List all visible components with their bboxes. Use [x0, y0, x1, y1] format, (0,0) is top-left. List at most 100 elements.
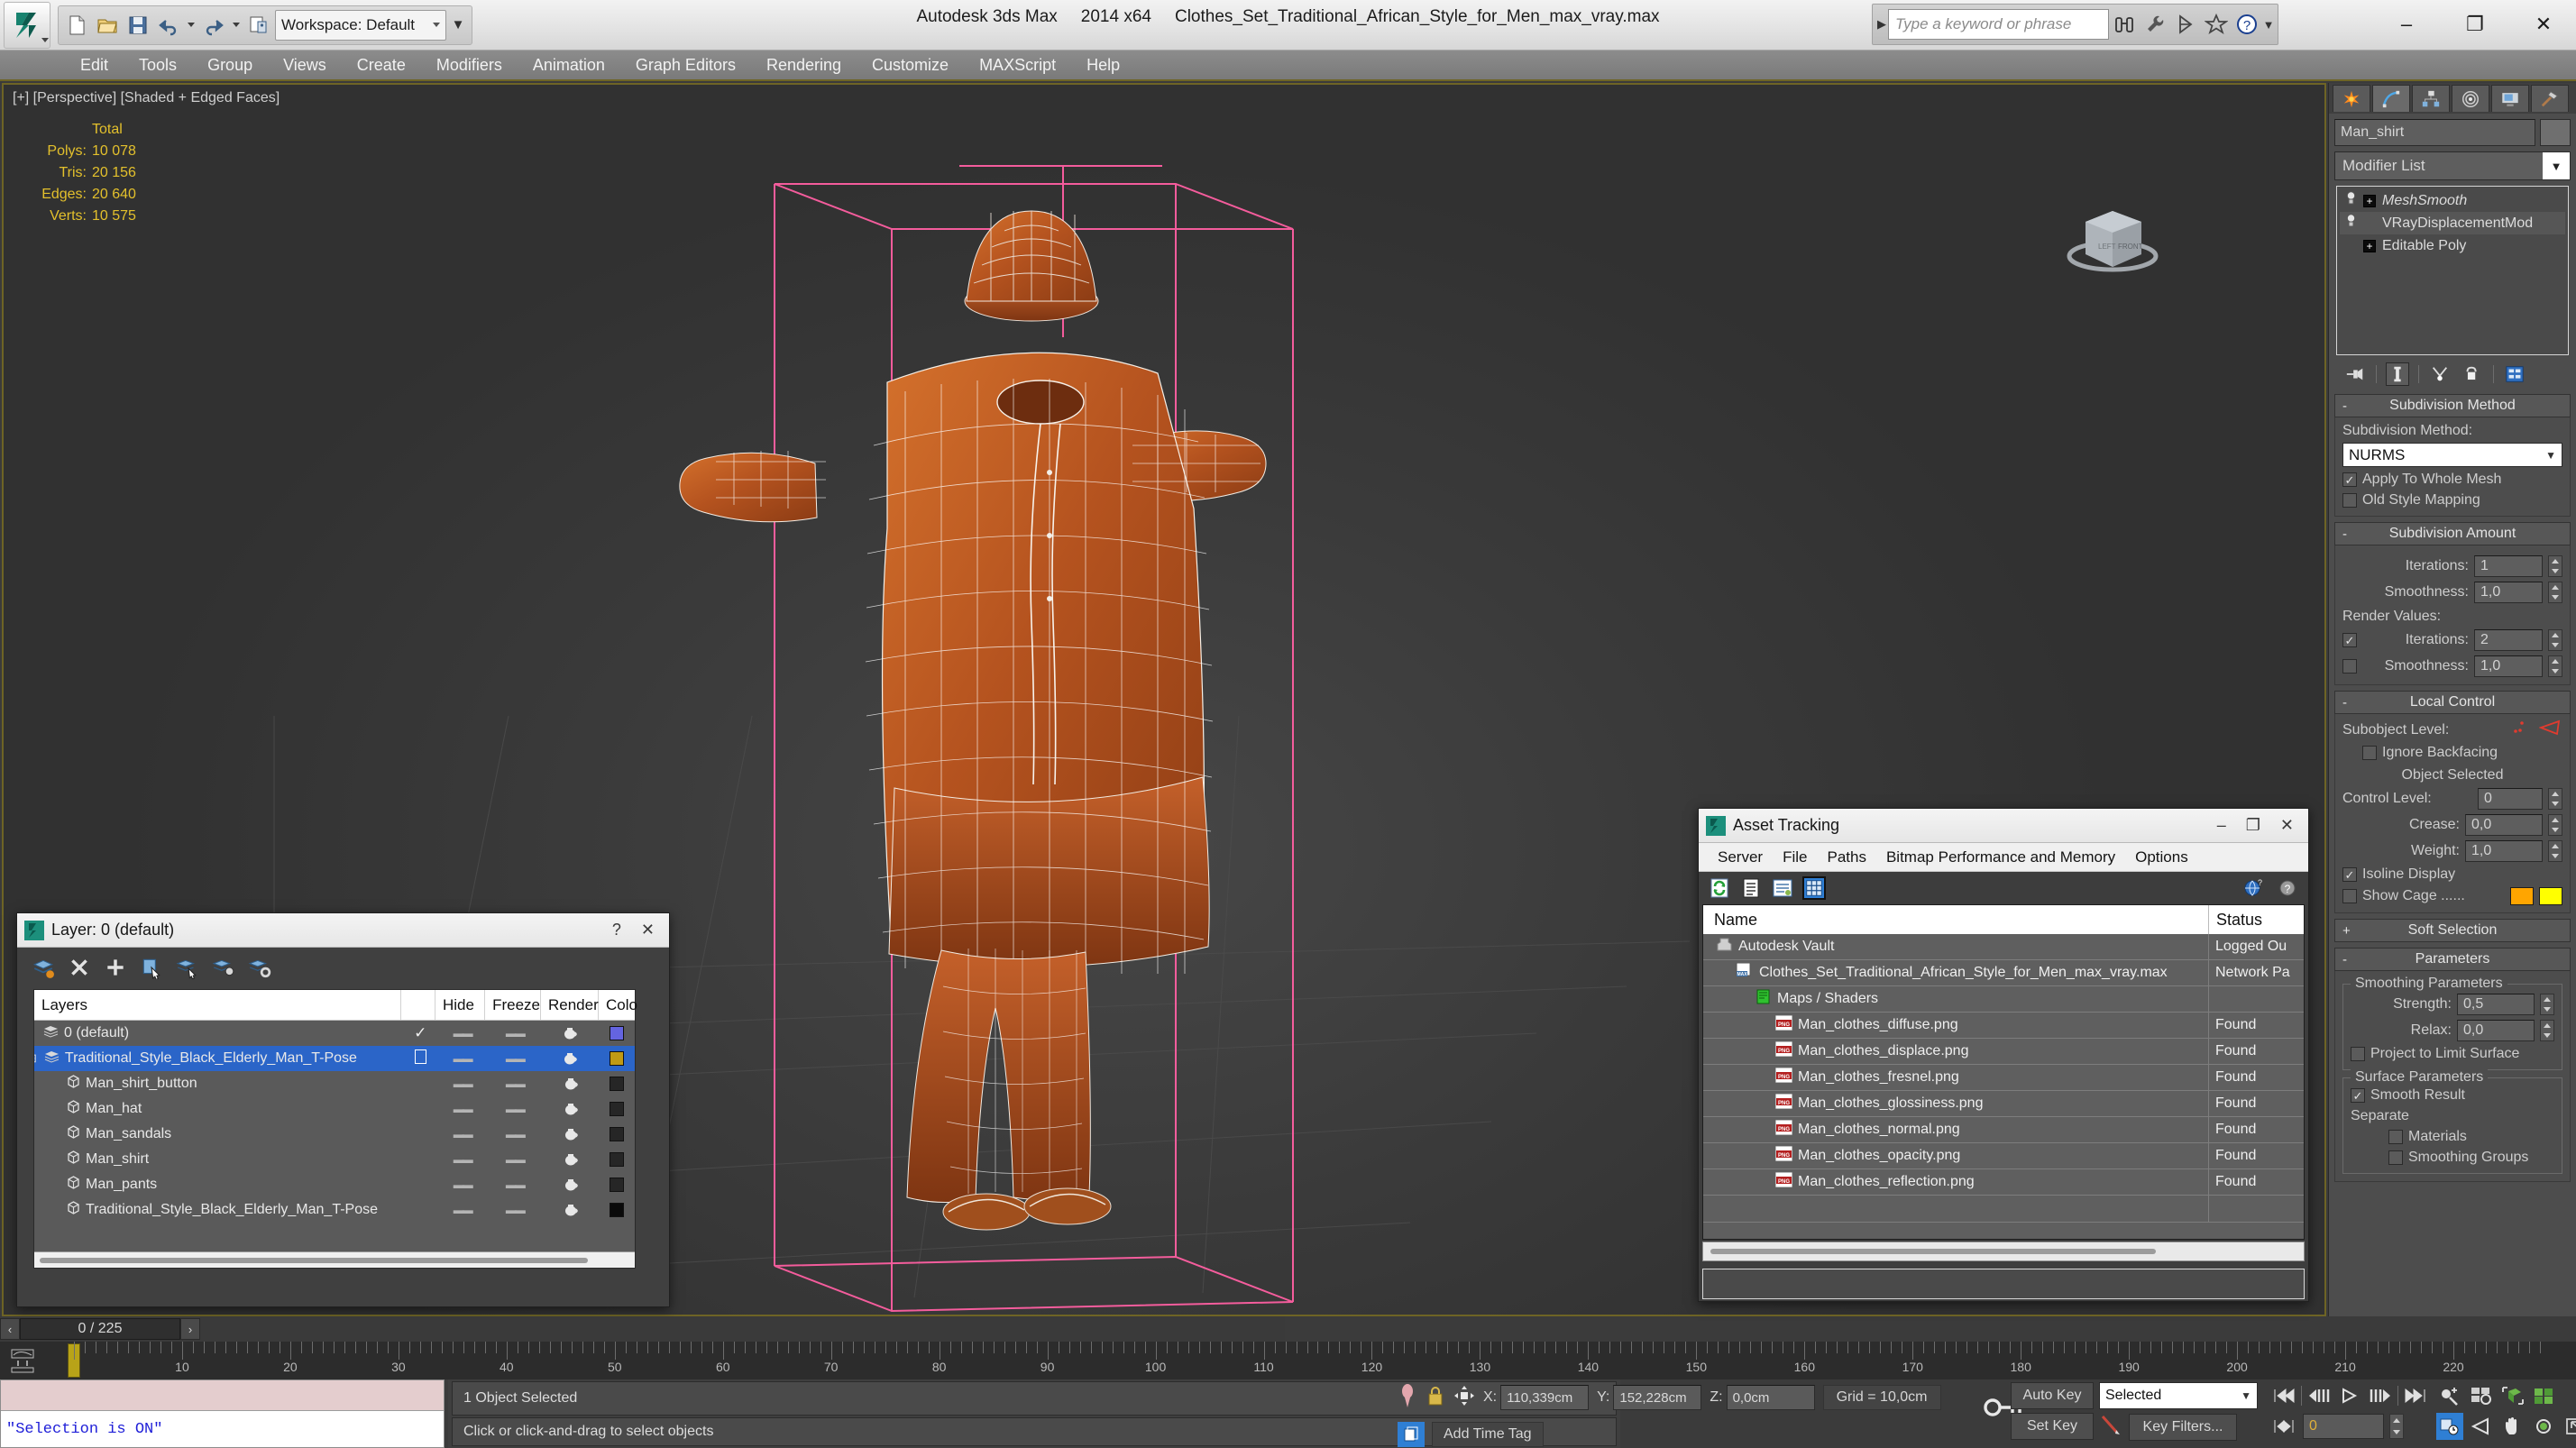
wrench-icon[interactable] — [2140, 7, 2170, 41]
layer-color-swatch[interactable] — [610, 1178, 624, 1192]
crease-spinner[interactable] — [2548, 814, 2562, 836]
asset-menu-item-server[interactable]: Server — [1708, 848, 1773, 866]
menu-item-views[interactable]: Views — [268, 50, 342, 80]
layer-dialog-help-button[interactable]: ? — [612, 921, 621, 939]
layer-color-swatch[interactable] — [610, 1102, 624, 1116]
modify-tab[interactable] — [2372, 85, 2410, 112]
layer-color-cell[interactable] — [600, 1178, 635, 1192]
layer-freeze-cell[interactable]: ▬▬ — [487, 1153, 542, 1166]
previous-frame-button[interactable] — [2306, 1382, 2333, 1409]
asset-horizontal-scrollbar[interactable] — [1702, 1242, 2305, 1261]
asset-row[interactable]: PNGMan_clothes_normal.pngFound — [1703, 1117, 2304, 1143]
menu-item-rendering[interactable]: Rendering — [751, 50, 857, 80]
layer-row[interactable]: Man_shirt▬▬▬▬ — [34, 1147, 635, 1172]
asset-row[interactable]: Autodesk VaultLogged Ou — [1703, 934, 2304, 960]
layer-properties-icon[interactable] — [246, 954, 273, 981]
rollout-parameters[interactable]: - Parameters Smoothing Parameters Streng… — [2334, 948, 2571, 1182]
minimize-button[interactable]: – — [2388, 6, 2425, 42]
layer-color-swatch[interactable] — [610, 1127, 624, 1141]
iterations-field[interactable]: 1 — [2474, 555, 2543, 577]
render-smoothness-checkbox[interactable] — [2342, 659, 2357, 674]
current-frame-input[interactable]: 0 — [2303, 1414, 2384, 1439]
help-dropdown-caret-icon[interactable]: ▼ — [2262, 18, 2275, 32]
render-iterations-spinner[interactable] — [2548, 629, 2562, 651]
maxscript-input-pane[interactable] — [1, 1380, 444, 1411]
layer-dialog[interactable]: Layer: 0 (default) ? ✕ Layers — [16, 912, 670, 1307]
modifier-expand-icon[interactable]: + — [2363, 240, 2376, 252]
favorites-star-icon[interactable] — [2201, 7, 2232, 41]
show-cage-row[interactable]: Show Cage ...... — [2342, 887, 2562, 905]
object-name-field[interactable]: Man_shirt — [2334, 119, 2535, 146]
layer-color-cell[interactable] — [600, 1102, 635, 1116]
asset-row[interactable]: PNGMan_clothes_displace.pngFound — [1703, 1039, 2304, 1065]
utilities-tab[interactable] — [2531, 85, 2569, 112]
asset-row[interactable]: MAXClothes_Set_Traditional_African_Style… — [1703, 960, 2304, 986]
layer-row[interactable]: ⊟Traditional_Style_Black_Elderly_Man_T-P… — [34, 1046, 635, 1071]
command-panel[interactable]: Man_shirt Modifier List ▼ +MeshSmoothVRa… — [2328, 83, 2576, 1316]
project-folder-icon[interactable] — [244, 11, 273, 40]
modifier-expand-icon[interactable]: + — [2363, 195, 2376, 207]
add-time-tag-icon[interactable] — [1398, 1422, 1425, 1447]
render-smoothness-spinner[interactable] — [2548, 655, 2562, 677]
layer-row[interactable]: Man_sandals▬▬▬▬ — [34, 1122, 635, 1147]
selection-level-select[interactable]: Selected ▼ — [2099, 1382, 2258, 1409]
menu-item-modifiers[interactable]: Modifiers — [421, 50, 518, 80]
layer-color-swatch[interactable] — [610, 1026, 624, 1040]
old-style-mapping-checkbox[interactable] — [2342, 493, 2357, 508]
undo-dropdown-caret-icon[interactable] — [188, 23, 195, 27]
asset-rows-container[interactable]: Autodesk VaultLogged OuMAXClothes_Set_Tr… — [1703, 934, 2304, 1239]
field-of-view-icon[interactable] — [2468, 1413, 2495, 1440]
layer-hide-cell[interactable]: ▬▬ — [437, 1077, 487, 1090]
coord-y-value[interactable]: 152,228cm — [1613, 1385, 1701, 1410]
delete-layer-icon[interactable] — [66, 954, 93, 981]
apply-whole-mesh-row[interactable]: ✓ Apply To Whole Mesh — [2342, 472, 2562, 488]
current-frame-spinner[interactable] — [2389, 1414, 2404, 1439]
auto-key-button[interactable]: Auto Key — [2011, 1382, 2094, 1409]
layer-hide-cell[interactable]: ▬▬ — [437, 1204, 487, 1216]
layer-hide-cell[interactable]: ▬▬ — [437, 1027, 487, 1040]
coord-x-value[interactable]: 110,339cm — [1500, 1385, 1589, 1410]
go-to-end-button[interactable] — [2402, 1382, 2429, 1409]
asset-menu-item-file[interactable]: File — [1773, 848, 1817, 866]
asset-row[interactable]: PNGMan_clothes_glossiness.pngFound — [1703, 1091, 2304, 1117]
layer-render-cell[interactable] — [542, 1153, 599, 1167]
layer-render-cell[interactable] — [542, 1052, 599, 1066]
layer-expand-icon[interactable]: ⊟ — [34, 1051, 37, 1066]
coord-z[interactable]: Z: 0,0cm — [1710, 1385, 1814, 1410]
ignore-backfacing-row[interactable]: Ignore Backfacing — [2342, 745, 2562, 761]
next-frame-arrow[interactable]: › — [180, 1318, 200, 1340]
isoline-display-checkbox[interactable]: ✓ — [2342, 867, 2357, 882]
iterations-spinner[interactable] — [2548, 555, 2562, 577]
layer-color-cell[interactable] — [600, 1026, 635, 1040]
layer-row[interactable]: Traditional_Style_Black_Elderly_Man_T-Po… — [34, 1197, 635, 1223]
open-file-icon[interactable] — [93, 11, 122, 40]
set-key-mode-icon[interactable] — [2099, 1413, 2122, 1441]
motion-tab[interactable] — [2452, 85, 2489, 112]
layer-color-cell[interactable] — [600, 1203, 635, 1217]
subdivision-method-select[interactable]: NURMS ▼ — [2342, 443, 2562, 467]
rollout-header-soft-selection[interactable]: + Soft Selection — [2334, 919, 2571, 942]
subscription-icon[interactable] — [2170, 7, 2201, 41]
layer-freeze-cell[interactable]: ▬▬ — [487, 1204, 542, 1216]
modifier-stack-item[interactable]: +MeshSmooth — [2340, 189, 2565, 212]
redo-dropdown-caret-icon[interactable] — [233, 23, 240, 27]
layer-horizontal-scrollbar[interactable] — [34, 1251, 635, 1268]
zoom-extents-icon[interactable] — [2499, 1382, 2526, 1409]
rollout-subdivision-amount[interactable]: - Subdivision Amount Iterations: 1 Smoot… — [2334, 522, 2571, 685]
render-iterations-field[interactable]: 2 — [2474, 629, 2543, 651]
layer-hide-cell[interactable]: ▬▬ — [437, 1128, 487, 1141]
object-color-swatch[interactable] — [2540, 119, 2571, 146]
search-binoculars-icon[interactable] — [2109, 7, 2140, 41]
rollout-subdivision-method[interactable]: - Subdivision Method Subdivision Method:… — [2334, 394, 2571, 517]
asset-list[interactable]: Name Status Autodesk VaultLogged OuMAXCl… — [1702, 904, 2305, 1240]
zoom-viewport-icon[interactable] — [2436, 1382, 2463, 1409]
help-question-icon[interactable]: ? — [2276, 876, 2299, 900]
modifier-stack-item[interactable]: +Editable Poly — [2340, 234, 2565, 257]
asset-menu-item-options[interactable]: Options — [2125, 848, 2198, 866]
asset-row[interactable]: PNGMan_clothes_diffuse.pngFound — [1703, 1013, 2304, 1039]
search-input[interactable]: Type a keyword or phrase — [1888, 9, 2109, 40]
rollout-local-control[interactable]: - Local Control Subobject Level: Ignore … — [2334, 691, 2571, 913]
add-time-tag-button[interactable]: Add Time Tag — [1432, 1422, 1544, 1447]
layer-row[interactable]: Man_hat▬▬▬▬ — [34, 1096, 635, 1122]
display-tab[interactable] — [2491, 85, 2529, 112]
